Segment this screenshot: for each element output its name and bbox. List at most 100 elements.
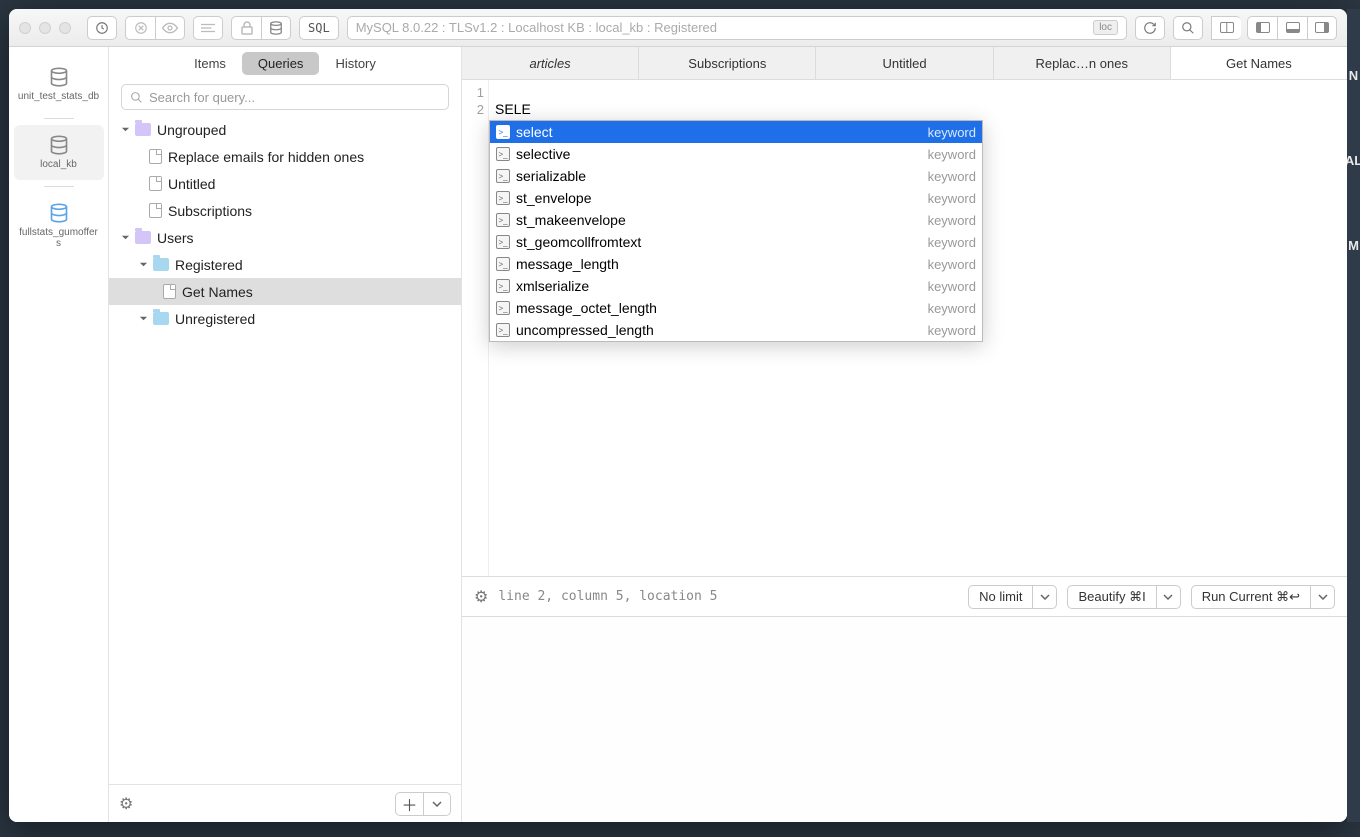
keyword-icon: >_: [496, 169, 510, 183]
db-unit-test[interactable]: unit_test_stats_db: [14, 57, 104, 112]
file-icon: [149, 176, 162, 191]
gear-icon[interactable]: ⚙: [119, 794, 133, 814]
connection-path-text: MySQL 8.0.22 : TLSv1.2 : Localhost KB : …: [356, 20, 717, 35]
panel-bottom-button[interactable]: [1277, 16, 1307, 40]
keyword-icon: >_: [496, 257, 510, 271]
results-area: [462, 617, 1347, 822]
database-rail: unit_test_stats_db local_kb fullstats_gu…: [9, 47, 109, 822]
zoom-dot[interactable]: [59, 22, 71, 34]
lock-button[interactable]: [231, 16, 261, 40]
autocomplete-item[interactable]: >_st_geomcollfromtextkeyword: [490, 231, 982, 253]
db-label: fullstats_gumoffers: [18, 227, 100, 249]
folder-icon: [153, 312, 169, 325]
tab-items[interactable]: Items: [178, 52, 242, 75]
panel-right-button[interactable]: [1307, 16, 1337, 40]
autocomplete-popup[interactable]: >_selectkeyword>_selectivekeyword>_seria…: [489, 120, 983, 342]
folder-icon: [135, 123, 151, 136]
autocomplete-item[interactable]: >_serializablekeyword: [490, 165, 982, 187]
db-fullstats[interactable]: fullstats_gumoffers: [14, 193, 104, 259]
tab-untitled[interactable]: Untitled: [816, 47, 993, 79]
keyword-icon: >_: [496, 301, 510, 315]
autocomplete-item[interactable]: >_selectivekeyword: [490, 143, 982, 165]
panel-split-button[interactable]: [1211, 16, 1241, 40]
autocomplete-item[interactable]: >_message_lengthkeyword: [490, 253, 982, 275]
run-button[interactable]: Run Current ⌘↩︎: [1191, 585, 1335, 609]
code-line-2: SELE: [495, 101, 1341, 118]
line-gutter: 12: [462, 80, 489, 576]
autocomplete-item[interactable]: >_st_envelopekeyword: [490, 187, 982, 209]
window-controls[interactable]: [19, 22, 71, 34]
keyword-icon: >_: [496, 125, 510, 139]
tab-subscriptions[interactable]: Subscriptions: [639, 47, 816, 79]
query-subscriptions[interactable]: Subscriptions: [109, 197, 461, 224]
keyword-icon: >_: [496, 213, 510, 227]
folder-icon: [135, 231, 151, 244]
folder-registered[interactable]: Registered: [109, 251, 461, 278]
chevron-down-icon[interactable]: [1156, 586, 1180, 608]
query-get-names[interactable]: Get Names: [109, 278, 461, 305]
keyword-icon: >_: [496, 147, 510, 161]
panel-left-button[interactable]: [1247, 16, 1277, 40]
chevron-down-icon: [119, 124, 131, 136]
database-icon: [49, 67, 69, 87]
minimize-dot[interactable]: [39, 22, 51, 34]
add-button[interactable]: ＋: [395, 792, 423, 816]
folder-unregistered[interactable]: Unregistered: [109, 305, 461, 332]
stop-button[interactable]: [125, 16, 155, 40]
keyword-icon: >_: [496, 191, 510, 205]
folder-icon: [153, 258, 169, 271]
chevron-down-icon[interactable]: [1310, 586, 1334, 608]
query-search-input[interactable]: Search for query...: [121, 84, 449, 110]
chevron-down-icon: [137, 259, 149, 271]
query-untitled[interactable]: Untitled: [109, 170, 461, 197]
database-button[interactable]: [261, 16, 291, 40]
keyword-icon: >_: [496, 279, 510, 293]
file-icon: [163, 284, 176, 299]
query-tree: Ungrouped Replace emails for hidden ones…: [109, 116, 461, 784]
db-label: local_kb: [40, 159, 77, 170]
reload-button[interactable]: [1135, 16, 1165, 40]
limit-combo[interactable]: No limit: [968, 585, 1057, 609]
tab-get-names[interactable]: Get Names: [1171, 47, 1347, 79]
background-window-sliver: N AL M: [1347, 9, 1360, 822]
search-placeholder: Search for query...: [149, 90, 255, 105]
autocomplete-item[interactable]: >_xmlserializekeyword: [490, 275, 982, 297]
tab-articles[interactable]: articles: [462, 47, 639, 79]
close-dot[interactable]: [19, 22, 31, 34]
chevron-down-icon: [119, 232, 131, 244]
file-icon: [149, 203, 162, 218]
gear-icon[interactable]: ⚙: [474, 587, 488, 607]
view-button[interactable]: [155, 16, 185, 40]
result-tabs: articles Subscriptions Untitled Replac…n…: [462, 47, 1347, 80]
beautify-button[interactable]: Beautify ⌘I: [1067, 585, 1180, 609]
autocomplete-item[interactable]: >_uncompressed_lengthkeyword: [490, 319, 982, 341]
autocomplete-item[interactable]: >_selectkeyword: [490, 121, 982, 143]
autocomplete-item[interactable]: >_st_makeenvelopekeyword: [490, 209, 982, 231]
db-label: unit_test_stats_db: [18, 91, 99, 102]
sql-mode-button[interactable]: SQL: [299, 16, 339, 40]
tab-replace-hidden[interactable]: Replac…n ones: [994, 47, 1171, 79]
loc-badge: loc: [1093, 20, 1118, 35]
indent-button[interactable]: [193, 16, 223, 40]
folder-ungrouped[interactable]: Ungrouped: [109, 116, 461, 143]
cursor-position: line 2, column 5, location 5: [498, 589, 717, 604]
db-local-kb[interactable]: local_kb: [14, 125, 104, 180]
database-icon: [49, 135, 69, 155]
more-button[interactable]: [423, 792, 451, 816]
query-replace-emails[interactable]: Replace emails for hidden ones: [109, 143, 461, 170]
file-icon: [149, 149, 162, 164]
tab-queries[interactable]: Queries: [242, 52, 320, 75]
search-button[interactable]: [1173, 16, 1203, 40]
chevron-down-icon[interactable]: [1032, 586, 1056, 608]
database-icon: [49, 203, 69, 223]
code-line-1: [495, 84, 1341, 101]
autocomplete-item[interactable]: >_message_octet_lengthkeyword: [490, 297, 982, 319]
connect-button[interactable]: [87, 16, 117, 40]
keyword-icon: >_: [496, 235, 510, 249]
chevron-down-icon: [137, 313, 149, 325]
sql-editor[interactable]: 12 SELE >_selectkeyword>_selectivekeywor…: [462, 80, 1347, 577]
connection-path[interactable]: MySQL 8.0.22 : TLSv1.2 : Localhost KB : …: [347, 16, 1127, 40]
folder-users[interactable]: Users: [109, 224, 461, 251]
search-icon: [130, 91, 143, 104]
tab-history[interactable]: History: [319, 52, 391, 75]
